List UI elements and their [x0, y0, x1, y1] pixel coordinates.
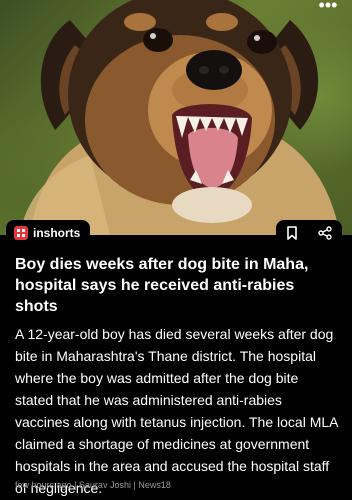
hero-image[interactable]: ••• — [0, 0, 352, 235]
article-body: A 12-year-old boy has died several weeks… — [15, 326, 338, 496]
more-horizontal-icon: ••• — [318, 0, 338, 15]
article-author: Saurav Joshi — [78, 480, 131, 490]
bookmark-icon[interactable] — [286, 226, 298, 240]
article-content: Boy dies weeks after dog bite in Maha, h… — [0, 246, 352, 499]
inshorts-logo-icon — [14, 226, 28, 240]
meta-separator: | — [133, 480, 136, 490]
meta-separator: | — [74, 480, 77, 490]
card-actions — [276, 220, 342, 246]
more-options-button[interactable]: ••• — [312, 0, 344, 14]
dog-photo-illustration — [20, 0, 340, 235]
card-toolbar: inshorts — [0, 220, 352, 246]
news-card: ••• inshorts Boy dies weeks after dog bi… — [0, 0, 352, 500]
brand-name: inshorts — [33, 226, 81, 240]
share-icon[interactable] — [318, 226, 332, 240]
brand-badge: inshorts — [6, 220, 91, 246]
article-time: few hours ago — [15, 480, 72, 490]
article-headline[interactable]: Boy dies weeks after dog bite in Maha, h… — [15, 254, 338, 317]
article-meta: few hours ago | Saurav Joshi | News18 — [15, 480, 171, 490]
article-source[interactable]: News18 — [138, 480, 171, 490]
